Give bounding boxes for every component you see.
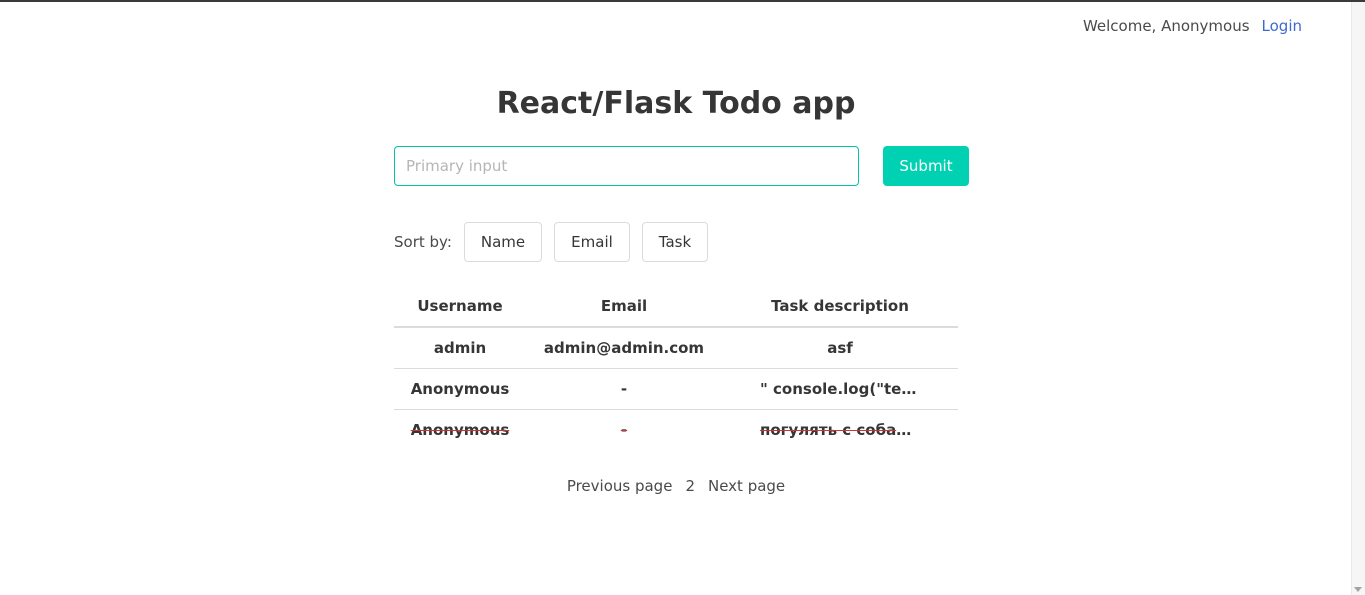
welcome-text: Welcome, Anonymous bbox=[1082, 17, 1250, 35]
table-header-row: Username Email Task description bbox=[394, 286, 958, 328]
table-row: admin admin@admin.com asf bbox=[394, 327, 958, 369]
header-username: Username bbox=[394, 286, 526, 328]
cell-email: - bbox=[620, 420, 628, 439]
sort-bar: Sort by: Name Email Task bbox=[394, 222, 720, 262]
sort-label: Sort by: bbox=[394, 233, 452, 251]
scroll-down-arrow-icon[interactable] bbox=[1354, 587, 1362, 592]
cell-username: Anonymous bbox=[410, 420, 510, 439]
sort-by-name-button[interactable]: Name bbox=[463, 222, 543, 262]
cell-task: погулять с собакой bbox=[722, 409, 958, 450]
navbar: Welcome, Anonymous Login bbox=[1083, 14, 1302, 38]
table-row: Anonymous - погулять с собакой bbox=[394, 409, 958, 450]
cell-email: - bbox=[526, 368, 722, 410]
sort-by-email-button[interactable]: Email bbox=[554, 222, 630, 262]
task-input[interactable] bbox=[394, 146, 859, 186]
task-text: asf bbox=[827, 339, 853, 357]
task-text: погулять с собакой bbox=[760, 421, 920, 439]
vertical-scrollbar[interactable] bbox=[1351, 2, 1365, 595]
cell-email: admin@admin.com bbox=[526, 327, 722, 369]
tasks-table: Username Email Task description admin ad… bbox=[394, 286, 958, 450]
header-task-description: Task description bbox=[722, 286, 958, 328]
previous-page-link[interactable]: Previous page bbox=[567, 474, 673, 498]
submit-button[interactable]: Submit bbox=[883, 146, 969, 186]
cell-username: Anonymous bbox=[394, 368, 526, 410]
page-title: React/Flask Todo app bbox=[496, 86, 856, 121]
table-row: Anonymous - " console.log("test") bbox=[394, 368, 958, 410]
header-email: Email bbox=[526, 286, 722, 328]
pagination: Previous page 2 Next page bbox=[0, 474, 1352, 498]
current-page-number: 2 bbox=[685, 477, 695, 495]
cell-task: asf bbox=[722, 327, 958, 369]
cell-username: admin bbox=[394, 327, 526, 369]
cell-task: " console.log("test") bbox=[722, 368, 958, 410]
window-top-border bbox=[0, 0, 1365, 2]
login-link[interactable]: Login bbox=[1262, 14, 1302, 38]
sort-by-task-button[interactable]: Task bbox=[641, 222, 709, 262]
task-text: " console.log("test") bbox=[760, 379, 920, 398]
next-page-link[interactable]: Next page bbox=[708, 474, 785, 498]
